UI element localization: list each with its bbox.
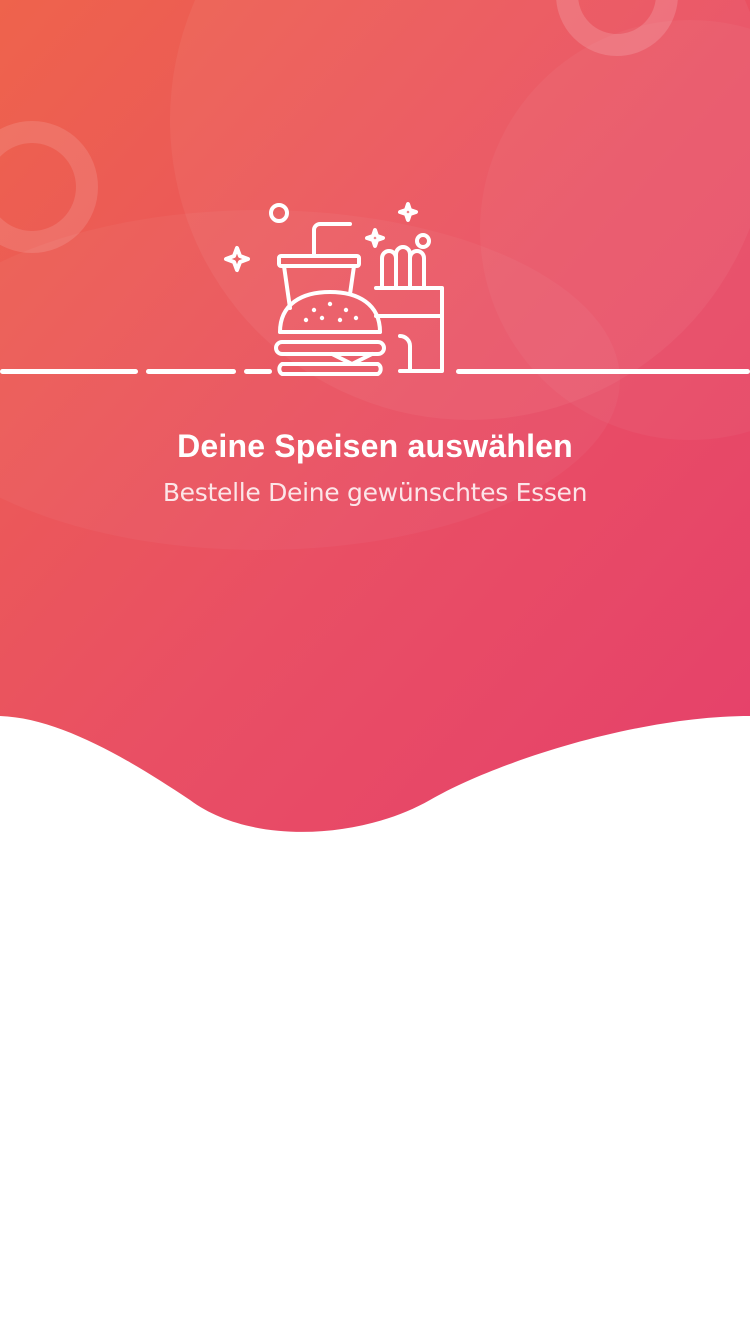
sparkle-icon <box>398 202 418 222</box>
page-title: Deine Speisen auswählen <box>177 428 573 464</box>
wave-background <box>0 0 750 832</box>
divider-line <box>0 369 138 374</box>
food-combo-icon <box>224 202 444 376</box>
ring-icon <box>415 233 431 249</box>
page-subtitle: Bestelle Deine gewünschtes Essen <box>162 478 588 507</box>
ring-icon <box>269 203 289 223</box>
sparkle-icon <box>365 228 385 248</box>
hero-background <box>0 0 750 840</box>
divider-line <box>456 369 750 374</box>
sparkle-icon <box>224 246 250 272</box>
